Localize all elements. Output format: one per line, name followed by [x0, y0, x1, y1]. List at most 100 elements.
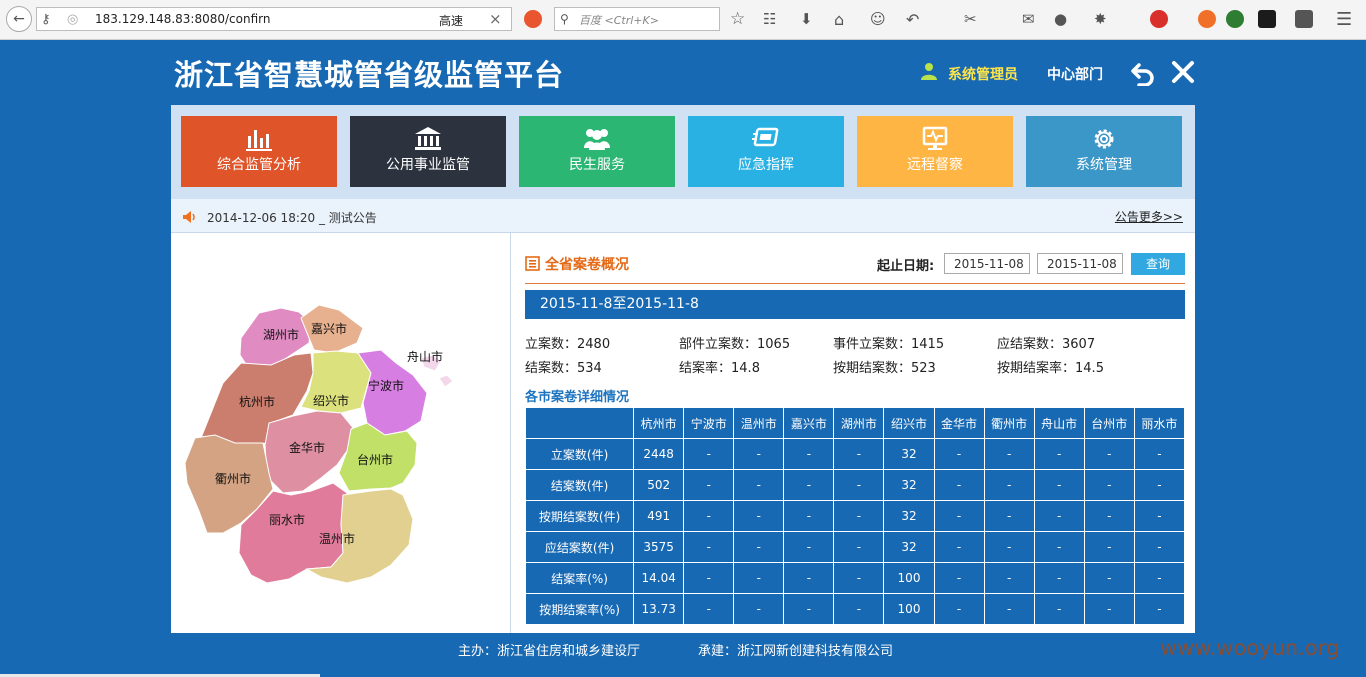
column-header: 宁波市: [683, 407, 735, 439]
nav-emergency-command[interactable]: 应急指挥: [688, 116, 844, 187]
ext-grid-icon[interactable]: [1295, 10, 1313, 28]
table-cell: -: [1033, 469, 1085, 501]
notice-text[interactable]: 2014-12-06 18:20 _ 测试公告: [207, 209, 377, 226]
nav-label: 综合监管分析: [217, 157, 301, 173]
nav-label: 民生服务: [569, 157, 625, 173]
table-row: 按期结案率(%) 13.73- - - -100- - - - -: [524, 593, 1186, 625]
comment-icon[interactable]: ✉: [1022, 8, 1035, 30]
table-cell: -: [1083, 500, 1135, 532]
column-header: 绍兴市: [883, 407, 935, 439]
row-label: 应结案数(件): [524, 531, 635, 563]
table-cell: 32: [883, 469, 935, 501]
table-row: 按期结案数(件) 491- - - -32- - - - -: [524, 500, 1186, 532]
close-icon[interactable]: ×: [489, 10, 502, 28]
chat-icon[interactable]: ☺: [870, 8, 886, 30]
notice-more-link[interactable]: 公告更多>>: [1115, 208, 1183, 225]
main-container: 综合监管分析 公用事业监管 民生服务 应急指挥 远程督察 系统管理 2014-1…: [171, 105, 1195, 633]
table-cell: -: [1033, 593, 1085, 625]
map-label: 金华市: [289, 440, 325, 455]
column-header: 丽水市: [1133, 407, 1186, 439]
stat-item: 结案数：534: [525, 361, 602, 376]
column-header: 台州市: [1083, 407, 1135, 439]
user-icon: [921, 63, 937, 80]
stat-item: 事件立案数：1415: [833, 337, 945, 352]
table-row: 应结案数(件) 3575- - - -32- - - - -: [524, 531, 1186, 563]
stat-item: 结案率：14.8: [679, 361, 760, 376]
nav-comprehensive-analysis[interactable]: 综合监管分析: [181, 116, 337, 187]
browser-toolbar: ← ⚷ ◎ 183.129.148.83:8080/confirn 高速 × ⚲…: [0, 0, 1366, 40]
query-button[interactable]: 查询: [1131, 253, 1185, 275]
table-cell: -: [983, 593, 1035, 625]
ext-fire-icon[interactable]: [1198, 10, 1216, 28]
table-row: 结案数(件) 502- - - -32- - - - -: [524, 469, 1186, 501]
table-cell: 32: [883, 531, 935, 563]
table-cell: -: [833, 562, 885, 594]
table-cell: -: [833, 531, 885, 563]
bank-icon: [415, 127, 441, 150]
ext-ball-icon[interactable]: [524, 10, 542, 28]
home-icon[interactable]: ⌂: [834, 8, 844, 30]
department-label[interactable]: 中心部门: [1047, 64, 1103, 84]
nav-public-service[interactable]: 民生服务: [519, 116, 675, 187]
menu-icon[interactable]: ☰: [1336, 8, 1352, 30]
table-cell: -: [1133, 500, 1186, 532]
table-cell: 502: [633, 469, 685, 501]
table-cell: -: [933, 531, 985, 563]
stat-item: 立案数：2480: [525, 337, 611, 352]
bug-icon[interactable]: ✸: [1094, 8, 1107, 30]
province-map: 湖州市 嘉兴市 舟山市 宁波市 杭州市 绍兴市 金华市 台州市 衢州市 丽水市 …: [171, 233, 511, 633]
return-icon[interactable]: [1130, 60, 1156, 86]
table-cell: -: [1083, 593, 1135, 625]
ext-red-icon[interactable]: [1150, 10, 1168, 28]
table-cell: -: [833, 438, 885, 470]
table-cell: -: [1033, 562, 1085, 594]
table-cell: -: [783, 438, 835, 470]
crop-icon[interactable]: ✂: [964, 8, 977, 30]
stat-item: 按期结案数：523: [833, 361, 936, 376]
nav-system-management[interactable]: 系统管理: [1026, 116, 1182, 187]
search-input[interactable]: ⚲ 百度 <Ctrl+K>: [554, 7, 720, 31]
footer-undertaker: 承建：浙江网新创建科技有限公司: [698, 644, 894, 659]
row-label: 结案数(件): [524, 469, 635, 501]
map-label: 绍兴市: [313, 393, 349, 408]
reader-icon[interactable]: ☷: [763, 8, 776, 30]
column-header: 衢州市: [983, 407, 1035, 439]
gear-icon: [1094, 129, 1114, 149]
column-header: 温州市: [733, 407, 785, 439]
table-cell: -: [933, 438, 985, 470]
footer-sponsor: 主办：浙江省住房和城乡建设厅: [458, 644, 641, 659]
zhejiang-map: 湖州市 嘉兴市 舟山市 宁波市 杭州市 绍兴市 金华市 台州市 衢州市 丽水市 …: [184, 304, 454, 584]
table-row: 立案数(件) 2448- - - -32- - - - -: [524, 438, 1186, 470]
table-cell: -: [733, 562, 785, 594]
nav-remote-inspection[interactable]: 远程督察: [857, 116, 1013, 187]
back-arrow-icon[interactable]: ←: [6, 6, 32, 32]
start-date-input[interactable]: [944, 253, 1030, 274]
ext-green-icon[interactable]: [1226, 10, 1244, 28]
table-cell: 100: [883, 593, 935, 625]
star-icon[interactable]: ☆: [730, 8, 745, 30]
address-bar[interactable]: ⚷ ◎ 183.129.148.83:8080/confirn 高速 ×: [36, 7, 512, 31]
close-icon[interactable]: [1171, 60, 1195, 84]
undo-icon[interactable]: ↶: [906, 8, 919, 30]
globe-dropdown-icon[interactable]: ●: [1054, 8, 1067, 30]
user-name[interactable]: 系统管理员: [948, 64, 1018, 84]
nav-label: 应急指挥: [738, 157, 794, 173]
page-title: 浙江省智慧城管省级监管平台: [174, 58, 565, 92]
speed-label[interactable]: 高速: [439, 12, 463, 29]
nav-public-utility[interactable]: 公用事业监管: [350, 116, 506, 187]
search-icon: ⚲: [560, 12, 569, 26]
url-text[interactable]: 183.129.148.83:8080/confirn: [95, 12, 270, 26]
stat-item: 部件立案数：1065: [679, 337, 791, 352]
people-icon: [584, 129, 610, 150]
column-header: 湖州市: [833, 407, 885, 439]
end-date-input[interactable]: [1037, 253, 1123, 274]
map-label: 湖州市: [263, 327, 299, 342]
table-cell: -: [783, 562, 835, 594]
table-cell: 32: [883, 500, 935, 532]
globe-icon: ◎: [67, 11, 79, 27]
stat-item: 应结案数：3607: [997, 337, 1096, 352]
table-cell: -: [833, 469, 885, 501]
download-icon[interactable]: ⬇: [800, 8, 813, 30]
map-label: 宁波市: [368, 378, 404, 393]
shield-icon[interactable]: [1258, 10, 1276, 28]
